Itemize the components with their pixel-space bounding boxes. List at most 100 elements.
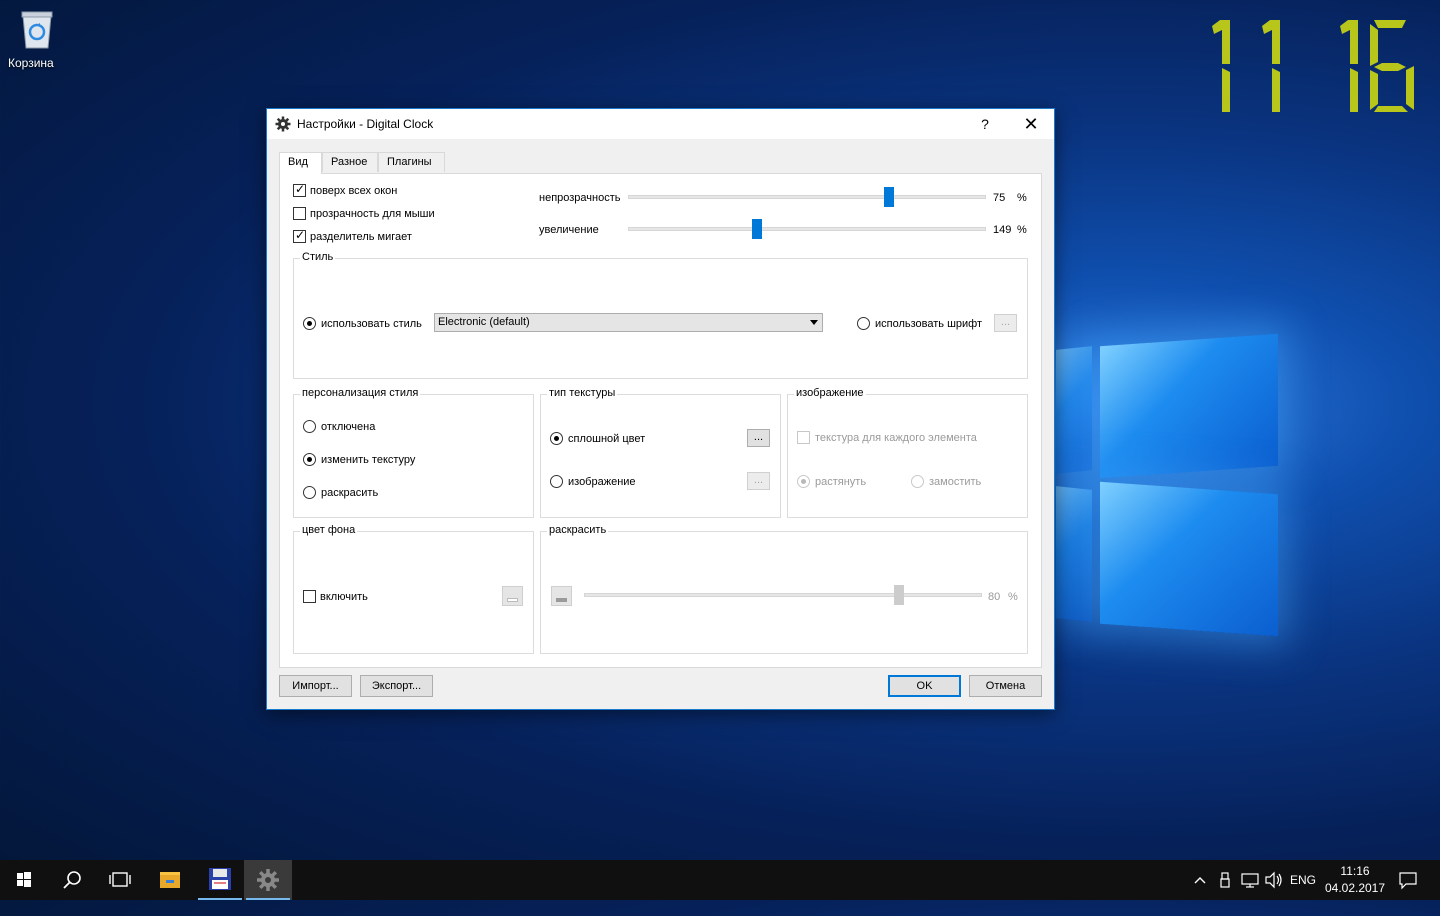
digital-clock-widget[interactable] [1210,18,1420,118]
change-texture-radio[interactable] [303,453,316,466]
use-style-label: использовать стиль [321,318,422,330]
notification-icon [1399,872,1417,890]
search-button[interactable] [48,860,96,900]
per-element-texture-checkbox[interactable] [797,431,810,444]
mouse-transparency-label: прозрачность для мыши [310,208,435,220]
bg-color-button[interactable] [502,586,523,606]
ok-button[interactable]: OK [888,675,961,697]
colorize-color-button[interactable] [551,586,572,606]
bg-color-enable-checkbox[interactable] [303,590,316,603]
tab-view[interactable]: Вид [279,152,322,174]
style-group-title: Стиль [300,251,336,263]
opacity-slider-track[interactable] [628,195,986,199]
image-group-title: изображение [794,387,866,399]
windows-icon [17,872,31,887]
close-button[interactable]: ✕ [1009,109,1053,139]
chevron-down-icon [810,320,818,325]
floppy-app-button[interactable] [196,860,244,900]
image-texture-label: изображение [568,476,636,488]
tray-clock[interactable]: 11:16 04.02.2017 [1320,863,1390,897]
export-button[interactable]: Экспорт... [360,675,433,697]
stretch-radio[interactable] [797,475,810,488]
texture-type-group: тип текстуры [540,387,781,518]
zoom-value: 149 [993,224,1012,236]
customization-off-label: отключена [321,421,376,433]
image-group: изображение [787,387,1028,518]
mouse-transparency-checkbox[interactable] [293,207,306,220]
texture-type-group-title: тип текстуры [547,387,618,399]
gear-icon [257,869,279,891]
usb-icon [1220,872,1230,888]
dialog-title: Настройки - Digital Clock [297,117,434,131]
file-explorer-button[interactable] [146,860,194,900]
always-on-top-checkbox[interactable] [293,182,306,197]
tray-date: 04.02.2017 [1324,881,1386,895]
tab-misc[interactable]: Разное [322,152,378,172]
action-center-button[interactable] [1394,860,1422,900]
opacity-unit: % [1017,192,1027,204]
import-button[interactable]: Импорт... [279,675,352,697]
taskbar: ENG 11:16 04.02.2017 [0,860,1440,900]
language-indicator[interactable]: ENG [1288,860,1318,900]
usb-tray-button[interactable] [1214,860,1236,900]
use-style-radio[interactable] [303,317,316,330]
opacity-slider-thumb[interactable] [884,187,894,207]
start-button[interactable] [0,860,48,900]
task-view-button[interactable] [96,860,144,900]
recycle-bin-icon [19,8,55,50]
bg-color-group-title: цвет фона [300,524,358,536]
separator-blinks-checkbox[interactable] [293,228,306,243]
volume-tray-button[interactable] [1262,860,1286,900]
search-icon [63,871,81,889]
style-dropdown[interactable]: Electronic (default) [434,313,823,332]
choose-font-button[interactable]: ... [994,314,1017,332]
use-font-radio[interactable] [857,317,870,330]
zoom-unit: % [1017,224,1027,236]
colorize-label: раскрасить [321,487,379,499]
folder-icon [160,872,180,888]
zoom-slider-thumb[interactable] [752,219,762,239]
zoom-slider-track[interactable] [628,227,986,231]
tile-radio[interactable] [911,475,924,488]
recycle-bin-desktop-icon[interactable]: Корзина [8,8,66,70]
separator-blinks-label: разделитель мигает [310,231,412,243]
solid-color-radio[interactable] [550,432,563,445]
chevron-up-icon [1194,877,1206,884]
colorize-value: 80 [988,591,1001,603]
colorize-slider-track[interactable] [584,593,982,597]
solid-color-label: сплошной цвет [568,433,646,445]
dialog-titlebar[interactable]: Настройки - Digital Clock ? ✕ [267,109,1054,139]
windows-wallpaper-logo [1040,300,1300,660]
recycle-bin-label: Корзина [8,56,54,70]
tab-plugins[interactable]: Плагины [378,152,445,172]
image-texture-radio[interactable] [550,475,563,488]
network-icon [1241,873,1259,888]
choose-color-button[interactable]: ... [747,429,770,447]
gear-icon [275,116,291,135]
speaker-icon [1265,871,1282,889]
opacity-label: непрозрачность [539,192,621,204]
tile-label: замостить [929,476,982,488]
tab-panel-view: поверх всех окон прозрачность для мыши р… [279,173,1042,668]
cancel-button[interactable]: Отмена [969,675,1042,697]
colorize-group-title: раскрасить [547,524,609,536]
show-hidden-icons-button[interactable] [1188,860,1212,900]
opacity-value: 75 [993,192,1006,204]
task-view-icon [109,872,131,887]
help-button[interactable]: ? [963,109,1007,139]
colorize-slider-thumb[interactable] [894,585,904,605]
style-dropdown-value: Electronic (default) [438,316,530,328]
network-tray-button[interactable] [1238,860,1262,900]
tray-time: 11:16 [1340,864,1370,878]
always-on-top-label: поверх всех окон [310,185,398,197]
digital-clock-settings-button[interactable] [244,860,292,900]
choose-image-button[interactable]: ... [747,472,770,490]
customization-off-radio[interactable] [303,420,316,433]
change-texture-label: изменить текстуру [321,454,416,466]
customization-group-title: персонализация стиля [300,387,421,399]
use-font-label: использовать шрифт [875,318,983,330]
per-element-texture-label: текстура для каждого элемента [815,432,977,444]
settings-dialog: Настройки - Digital Clock ? ✕ Вид Разное… [266,108,1055,710]
stretch-label: растянуть [815,476,867,488]
colorize-radio[interactable] [303,486,316,499]
